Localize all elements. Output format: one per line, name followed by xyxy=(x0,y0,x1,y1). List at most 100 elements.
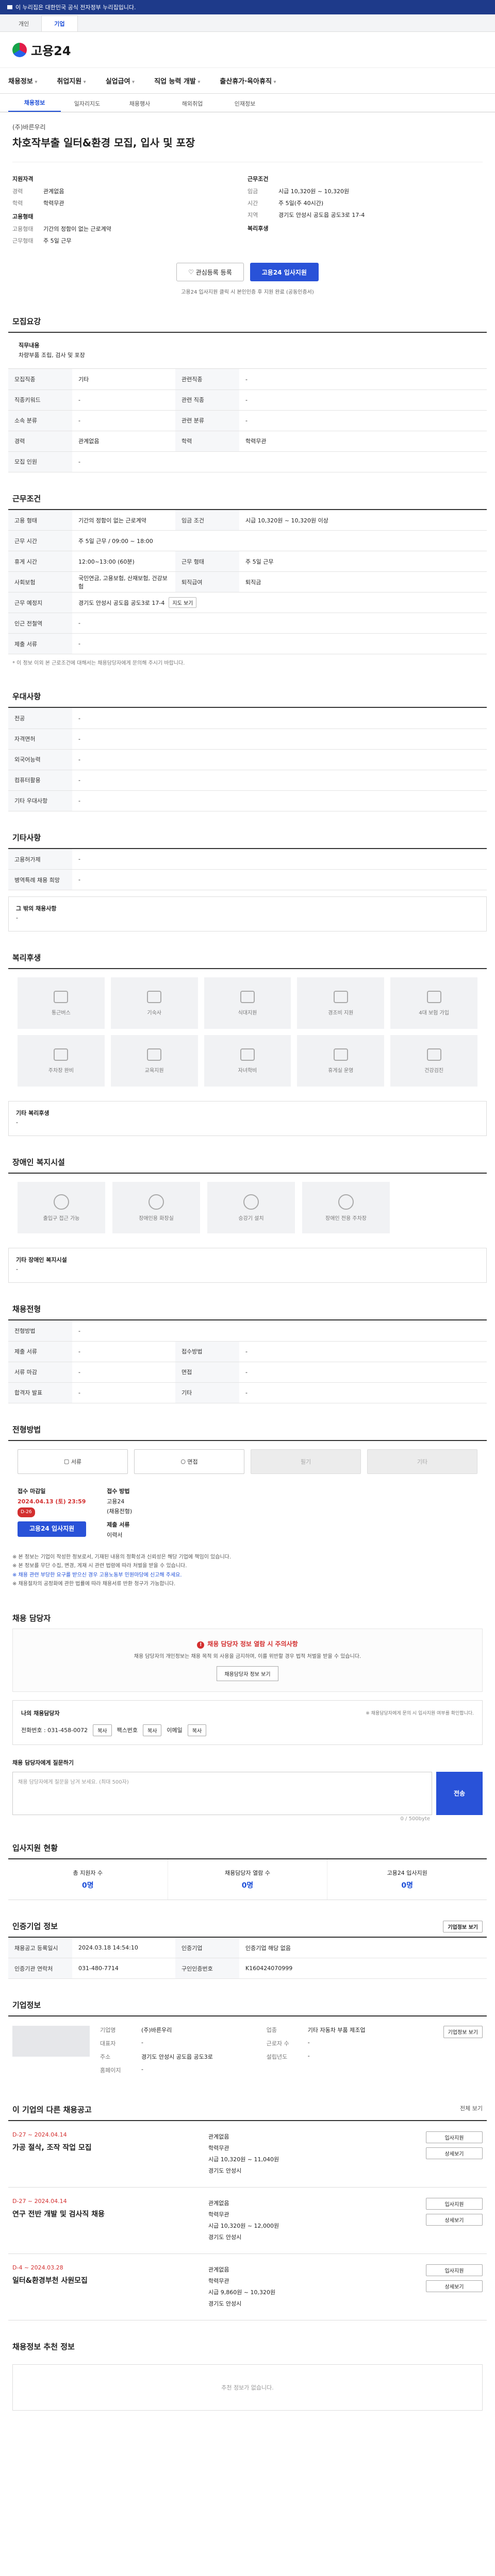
table-row: 채용공고 등록일시 2024.03.18 14:54:10 인증기업 인증기업 해당 … xyxy=(8,1937,487,1959)
copy-fax-button[interactable]: 복사 xyxy=(143,1724,162,1736)
nav-leave[interactable]: 출산휴가·육아휴직 xyxy=(220,76,276,86)
parking-icon xyxy=(54,1048,69,1061)
subtab-events[interactable]: 채용행사 xyxy=(113,99,166,112)
map-button[interactable]: 지도 보기 xyxy=(169,597,197,608)
manager-side-note: ※ 채용담당자에게 문의 시 입사지원 여부를 확인합니다. xyxy=(366,1711,474,1717)
stat-viewed: 채용담당자 열람 수 0명 xyxy=(168,1859,328,1900)
summary-row: 학력 학력무관 xyxy=(12,200,64,207)
copy-email-button[interactable]: 복사 xyxy=(187,1724,207,1736)
recruit-box: 직무내용 차량부품 조립, 검사 및 포장 모집직종 기타 관련직종 - 직종키워드 - 관… xyxy=(8,332,487,472)
recommend-empty: 추천 정보가 없습니다. xyxy=(12,2364,483,2411)
meal-icon xyxy=(240,990,255,1003)
elevator-icon xyxy=(243,1194,259,1210)
copy-phone-button[interactable]: 복사 xyxy=(93,1724,112,1736)
job-left: D-27 ~ 2024.04.14 연구 전반 개발 및 검사직 채용 xyxy=(12,2198,198,2243)
welfare-other-heading: 기타 복리후생 xyxy=(16,1110,50,1117)
other-jobs-more[interactable]: 전체 보기 xyxy=(460,2104,483,2112)
job-apply-button[interactable]: 입사지원 xyxy=(426,2131,483,2144)
welfare-card: 통근버스 xyxy=(18,977,105,1029)
notice-link[interactable]: ※ 채용 관련 부당한 요구를 받으신 경우 고용노동부 민원마당에 신고해 주… xyxy=(12,1571,483,1580)
section-title: 기타사항 xyxy=(12,833,41,842)
company-name[interactable]: (주)바른우리 xyxy=(12,123,483,131)
table-row: 인증기관 연락처 031-480-7714 구인인증번호 K160424070999 xyxy=(8,1958,487,1979)
job-details: 관계없음 학력무관 시급 10,320원 ~ 11,040원 경기도 안성시 xyxy=(208,2133,279,2175)
question-send-button[interactable]: 전송 xyxy=(436,1771,483,1815)
nav-jobs[interactable]: 채용정보 xyxy=(8,76,37,86)
section-title: 입사지원 현황 xyxy=(12,1843,58,1853)
table-row: 근무 예정지 경기도 안성시 공도읍 공도3로 17-4 지도 보기 xyxy=(8,592,487,614)
nav-training[interactable]: 직업 능력 개발 xyxy=(154,76,200,86)
action-buttons: ♡ 관심등록 등록 고용24 입사지원 xyxy=(12,263,483,281)
preference-section: 우대사항 전공 - 자격면허 - 외국어능력 - 컴퓨터활용 - 기타 우대사항 - xyxy=(8,691,487,811)
summary-row: 임금 시급 10,320원 ~ 10,320원 xyxy=(248,188,350,195)
manager-label: 나의 채용담당자 xyxy=(21,1709,60,1717)
job-title-link[interactable]: 연구 전반 개발 및 검사직 채용 xyxy=(12,2209,198,2219)
interest-button[interactable]: ♡ 관심등록 등록 xyxy=(176,263,244,281)
process-item: (채용전형) xyxy=(107,1508,133,1515)
subtab-jobmap[interactable]: 일자리지도 xyxy=(61,99,113,112)
welfare-card: 4대 보험 가입 xyxy=(390,977,477,1029)
disabled-other-heading: 기타 장애인 복지시설 xyxy=(16,1257,67,1264)
selection-box: 전형방법 - 제출 서류 - 접수방법 - 서류 마감 - 면접 - 합격자 발표 - 기타 - xyxy=(8,1319,487,1403)
selection-table: 전형방법 - 제출 서류 - 접수방법 - 서류 마감 - 면접 - 합격자 발표 - 기타 - xyxy=(8,1320,487,1403)
corp-button[interactable]: 기업정보 보기 xyxy=(443,2026,483,2039)
table-row: 자격면허 - xyxy=(8,728,487,750)
job-detail-button[interactable]: 상세보기 xyxy=(426,2214,483,2226)
job-actions: 입사지원상세보기 xyxy=(400,2131,483,2177)
nav-benefit[interactable]: 실업급여 xyxy=(106,76,135,86)
fax-label: 팩스번호 xyxy=(117,1727,138,1734)
table-row: 전형방법 - xyxy=(8,1320,487,1342)
subtab-talent[interactable]: 인재정보 xyxy=(219,99,271,112)
tab-personal[interactable]: 개인 xyxy=(6,16,41,31)
info-button[interactable]: 기업정보 보기 xyxy=(443,1920,483,1933)
manager-warning-box: ! 채용 담당자 정보 열람 시 주의사항 채용 담당자의 개인정보는 채용 목적… xyxy=(12,1628,483,1692)
etc-box: 고용허가제 - 병역특례 채용 희망 - 그 밖의 채용사항 - xyxy=(8,848,487,932)
job-apply-button[interactable]: 입사지원 xyxy=(426,2198,483,2210)
site-logo[interactable]: 고용24 xyxy=(12,41,71,59)
info-box: 채용공고 등록일시 2024.03.18 14:54:10 인증기업 인증기업 해당 … xyxy=(8,1936,487,1979)
etc-table: 고용허가제 - 병역특례 채용 희망 - xyxy=(8,849,487,891)
apply-button-secondary[interactable]: 고용24 입사지원 xyxy=(18,1521,87,1537)
method-written: 필기 xyxy=(251,1449,361,1474)
preference-table: 전공 - 자격면허 - 외국어능력 - 컴퓨터활용 - 기타 우대사항 - xyxy=(8,708,487,811)
job-left: D-27 ~ 2024.04.14 가공 절삭, 조작 작업 모집 xyxy=(12,2131,198,2177)
manager-card: 나의 채용담당자 ※ 채용담당자에게 문의 시 입사지원 여부를 확인합니다. 전… xyxy=(12,1700,483,1745)
footer-space xyxy=(8,2418,487,2442)
welfare-card: 교육지원 xyxy=(110,1035,198,1087)
view-manager-button[interactable]: 채용담당자 정보 보기 xyxy=(217,1666,278,1681)
table-row: 합격자 발표 - 기타 - xyxy=(8,1382,487,1403)
other-jobs-section: 이 기업의 다른 채용공고 전체 보기 D-27 ~ 2024.04.14 가공 절… xyxy=(8,2104,487,2321)
welfare-card: 휴게실 운영 xyxy=(297,1035,385,1087)
welfare-grid: 통근버스 기숙사 식대지원 경조비 지원 4대 보험 가입 주차장 완비 교육지… xyxy=(8,969,487,1095)
apply-button[interactable]: 고용24 입사지원 xyxy=(250,263,319,281)
etc-section: 기타사항 고용허가제 - 병역특례 채용 희망 - 그 밖의 채용사항 - xyxy=(8,832,487,932)
job-header: (주)바른우리 차호작부출 일터&환경 모집, 입사 및 포장 지원자격 경력 관… xyxy=(8,112,487,295)
health-icon xyxy=(426,1048,441,1061)
job-detail-button[interactable]: 상세보기 xyxy=(426,2280,483,2293)
job-title-link[interactable]: 가공 절삭, 조작 작업 모집 xyxy=(12,2142,198,2153)
facility-card: 출입구 접근 가능 xyxy=(18,1182,105,1234)
preference-box: 전공 - 자격면허 - 외국어능력 - 컴퓨터활용 - 기타 우대사항 - xyxy=(8,707,487,811)
school-icon xyxy=(240,1048,255,1061)
job-title-link[interactable]: 일터&환경부천 사원모집 xyxy=(12,2275,198,2285)
welfare-card: 자녀학비 xyxy=(204,1035,291,1087)
tab-company[interactable]: 기업 xyxy=(41,15,78,31)
question-input[interactable]: 채용 담당자에게 질문을 남겨 보세요. (최대 500자) xyxy=(12,1771,432,1815)
job-description: 직무내용 차량부품 조립, 검사 및 포장 xyxy=(8,333,487,369)
job-detail-button[interactable]: 상세보기 xyxy=(426,2147,483,2160)
section-title: 근무조건 xyxy=(12,494,41,503)
nav-support[interactable]: 취업지원 xyxy=(57,76,86,86)
info-section: 인증기업 정보 기업정보 보기 채용공고 등록일시 2024.03.18 14:54… xyxy=(8,1920,487,1979)
process-item: 고용24 xyxy=(107,1498,125,1505)
job-left: D-4 ~ 2024.03.28 일터&환경부천 사원모집 xyxy=(12,2264,198,2310)
recruit-section: 모집요강 직무내용 차량부품 조립, 검사 및 포장 모집직종 기타 관련직종 - 직종… xyxy=(8,316,487,472)
stats-row: 총 지원자 수 0명 채용담당자 열람 수 0명 고용24 입사지원 0명 xyxy=(8,1858,487,1900)
method-value: 이력서 xyxy=(107,1532,123,1539)
insurance-icon xyxy=(426,990,441,1003)
heart-icon: ♡ xyxy=(188,268,196,276)
section-title: 기업정보 xyxy=(12,2001,41,2010)
etc-text-heading: 그 밖의 채용사항 xyxy=(16,905,57,912)
subtab-jobinfo[interactable]: 채용정보 xyxy=(8,98,61,112)
job-apply-button[interactable]: 입사지원 xyxy=(426,2264,483,2277)
subtab-overseas[interactable]: 해외취업 xyxy=(166,99,219,112)
